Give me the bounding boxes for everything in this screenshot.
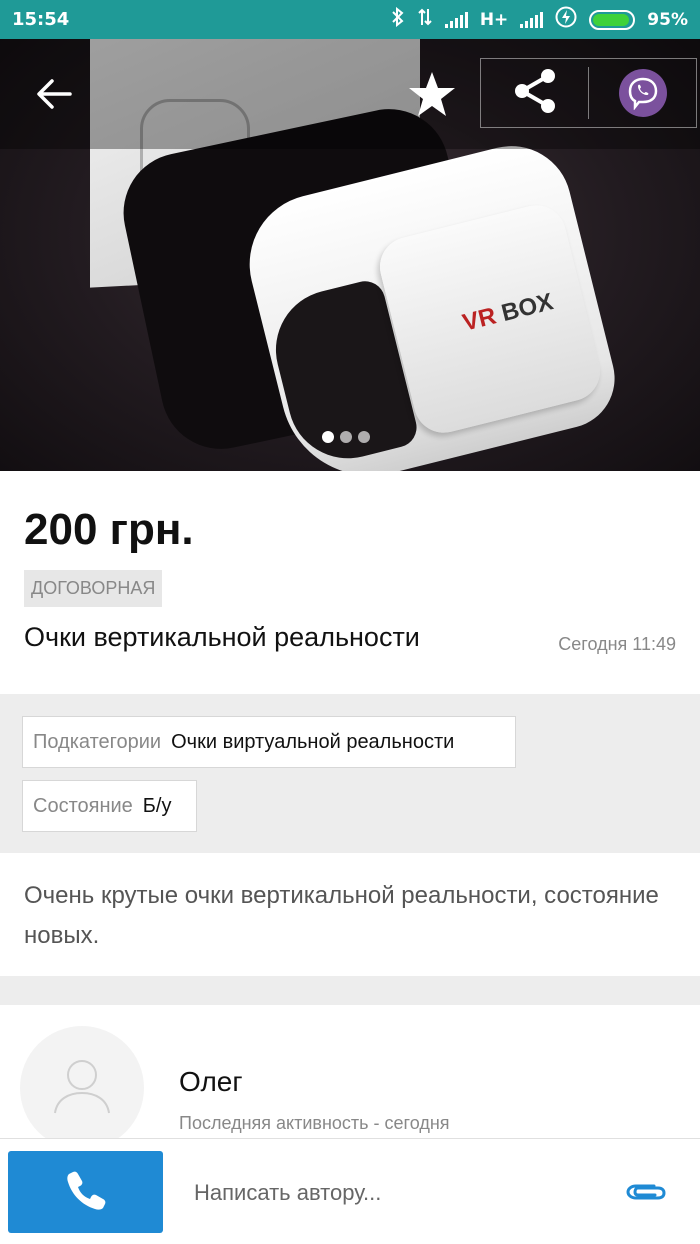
- author-last-active: Последняя активность - сегодня: [179, 1113, 450, 1133]
- pagination-dot[interactable]: [322, 431, 334, 443]
- star-icon: [407, 70, 457, 122]
- user-icon: [47, 1051, 117, 1125]
- avatar[interactable]: [20, 1026, 144, 1150]
- attribute-subcategory[interactable]: Подкатегории Очки виртуальной реальности: [22, 716, 516, 768]
- attribute-value: Б/у: [142, 794, 172, 817]
- share-button[interactable]: [481, 59, 588, 127]
- paperclip-icon: [624, 1180, 668, 1208]
- action-group: [480, 58, 697, 128]
- price: 200 грн.: [24, 505, 194, 554]
- status-bar: 15:54 H+ 95%: [0, 0, 700, 39]
- author-name[interactable]: Олег: [179, 1066, 243, 1098]
- signal-icon: [444, 11, 468, 28]
- listing-title: Очки вертикальной реальности: [24, 622, 420, 652]
- favorite-button[interactable]: [400, 64, 464, 128]
- attribute-value: Очки виртуальной реальности: [171, 730, 455, 753]
- attribute-key: Подкатегории: [33, 730, 162, 753]
- gallery-pagination[interactable]: [322, 431, 370, 443]
- pagination-dot[interactable]: [340, 431, 352, 443]
- description-text: Очень крутые очки вертикальной реальност…: [24, 882, 659, 949]
- pagination-dot[interactable]: [358, 431, 370, 443]
- attach-button[interactable]: [620, 1172, 672, 1216]
- network-type: H+: [479, 9, 509, 30]
- status-time: 15:54: [12, 9, 70, 30]
- bluetooth-icon: [391, 6, 405, 32]
- charging-icon: [555, 6, 577, 33]
- viber-button[interactable]: [589, 59, 696, 127]
- back-arrow-icon: [36, 78, 72, 114]
- viber-icon: [618, 69, 667, 117]
- back-button[interactable]: [22, 64, 86, 128]
- battery-level: [593, 13, 630, 26]
- posted-date: Сегодня 11:49: [558, 634, 676, 654]
- data-transfer-icon: [417, 7, 433, 32]
- battery-percent: 95%: [647, 9, 688, 30]
- signal-icon: [520, 11, 544, 28]
- share-icon: [510, 66, 560, 120]
- phone-icon: [64, 1168, 108, 1216]
- status-icons: H+ 95%: [391, 6, 688, 33]
- attribute-key: Состояние: [33, 794, 133, 817]
- attribute-condition[interactable]: Состояние Б/у: [22, 780, 197, 832]
- call-button[interactable]: [8, 1151, 163, 1233]
- message-input[interactable]: [180, 1165, 600, 1221]
- negotiable-badge: ДОГОВОРНАЯ: [24, 570, 163, 607]
- battery-icon: [589, 9, 636, 30]
